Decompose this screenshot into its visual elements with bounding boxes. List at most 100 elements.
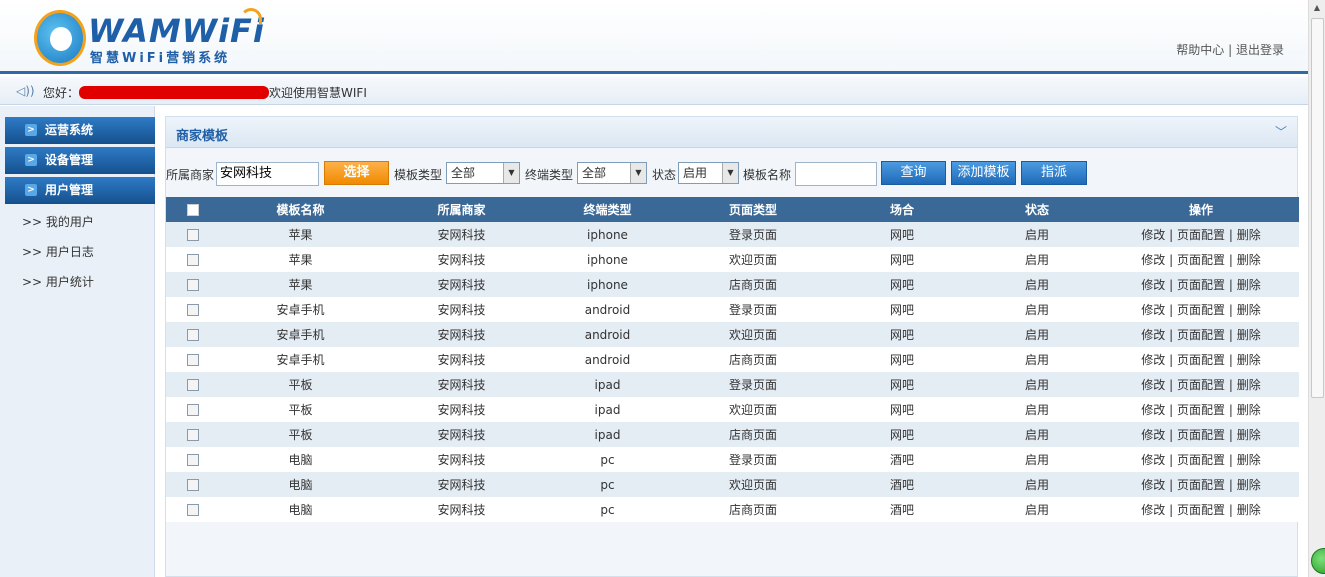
table-row[interactable]: 安卓手机 安网科技 android 店商页面 网吧 启用 修改 | 页面配置 | 删除 — [166, 347, 1299, 372]
page-type-cell: 欢迎页面 — [673, 247, 833, 272]
table-body: 苹果 安网科技 iphone 登录页面 网吧 启用 修改 | 页面配置 | 删除 苹果 安网科技… — [166, 222, 1299, 522]
delete-link[interactable]: 删除 — [1237, 278, 1261, 292]
row-checkbox[interactable] — [187, 454, 199, 466]
table-row[interactable]: 平板 安网科技 ipad 登录页面 网吧 启用 修改 | 页面配置 | 删除 — [166, 372, 1299, 397]
help-center-link[interactable]: 帮助中心 — [1176, 43, 1224, 57]
page-config-link[interactable]: 页面配置 — [1177, 353, 1225, 367]
row-checkbox[interactable] — [187, 379, 199, 391]
row-checkbox[interactable] — [187, 429, 199, 441]
delete-link[interactable]: 删除 — [1237, 478, 1261, 492]
template-name-cell: 苹果 — [220, 247, 381, 272]
terminal-type-select[interactable]: 全部 ▼ — [577, 162, 647, 184]
page-type-cell: 登录页面 — [673, 447, 833, 472]
row-select-cell — [166, 322, 220, 347]
table-row[interactable]: 苹果 安网科技 iphone 欢迎页面 网吧 启用 修改 | 页面配置 | 删除 — [166, 247, 1299, 272]
row-checkbox[interactable] — [187, 504, 199, 516]
page-config-link[interactable]: 页面配置 — [1177, 503, 1225, 517]
edit-link[interactable]: 修改 — [1141, 428, 1165, 442]
sidebar-group-devices[interactable]: > 设备管理 — [5, 147, 155, 174]
template-type-select[interactable]: 全部 ▼ — [446, 162, 520, 184]
table-row[interactable]: 苹果 安网科技 iphone 登录页面 网吧 启用 修改 | 页面配置 | 删除 — [166, 222, 1299, 247]
status-cell: 启用 — [971, 322, 1103, 347]
table-row[interactable]: 平板 安网科技 ipad 欢迎页面 网吧 启用 修改 | 页面配置 | 删除 — [166, 397, 1299, 422]
page-config-link[interactable]: 页面配置 — [1177, 303, 1225, 317]
table-row[interactable]: 电脑 安网科技 pc 欢迎页面 酒吧 启用 修改 | 页面配置 | 删除 — [166, 472, 1299, 497]
row-checkbox[interactable] — [187, 304, 199, 316]
column-header: 所属商家 — [381, 197, 542, 222]
query-button[interactable]: 查询 — [881, 161, 946, 185]
edit-link[interactable]: 修改 — [1141, 353, 1165, 367]
row-checkbox[interactable] — [187, 329, 199, 341]
row-checkbox[interactable] — [187, 279, 199, 291]
page-config-link[interactable]: 页面配置 — [1177, 278, 1225, 292]
delete-link[interactable]: 删除 — [1237, 453, 1261, 467]
status-cell: 启用 — [971, 297, 1103, 322]
delete-link[interactable]: 删除 — [1237, 228, 1261, 242]
venue-cell: 网吧 — [833, 347, 971, 372]
sidebar-item-user-logs[interactable]: >> 用户日志 — [22, 243, 94, 260]
page-config-link[interactable]: 页面配置 — [1177, 428, 1225, 442]
table-row[interactable]: 电脑 安网科技 pc 登录页面 酒吧 启用 修改 | 页面配置 | 删除 — [166, 447, 1299, 472]
delete-link[interactable]: 删除 — [1237, 303, 1261, 317]
edit-link[interactable]: 修改 — [1141, 228, 1165, 242]
page-config-link[interactable]: 页面配置 — [1177, 328, 1225, 342]
edit-link[interactable]: 修改 — [1141, 403, 1165, 417]
page-config-link[interactable]: 页面配置 — [1177, 403, 1225, 417]
table-row[interactable]: 苹果 安网科技 iphone 店商页面 网吧 启用 修改 | 页面配置 | 删除 — [166, 272, 1299, 297]
delete-link[interactable]: 删除 — [1237, 403, 1261, 417]
edit-link[interactable]: 修改 — [1141, 478, 1165, 492]
row-checkbox[interactable] — [187, 254, 199, 266]
edit-link[interactable]: 修改 — [1141, 278, 1165, 292]
delete-link[interactable]: 删除 — [1237, 378, 1261, 392]
assign-button[interactable]: 指派 — [1021, 161, 1087, 185]
scrollbar-thumb[interactable] — [1311, 18, 1324, 398]
page-config-link[interactable]: 页面配置 — [1177, 228, 1225, 242]
delete-link[interactable]: 删除 — [1237, 353, 1261, 367]
select-all-checkbox[interactable] — [187, 204, 199, 216]
row-checkbox[interactable] — [187, 479, 199, 491]
row-checkbox[interactable] — [187, 404, 199, 416]
wamwifi-logo[interactable]: WAMWiFi 智慧WiFi营销系统 — [30, 4, 270, 70]
page-config-link[interactable]: 页面配置 — [1177, 378, 1225, 392]
status-cell: 启用 — [971, 422, 1103, 447]
vertical-scrollbar[interactable]: ▲ — [1308, 0, 1325, 577]
edit-link[interactable]: 修改 — [1141, 303, 1165, 317]
logout-link[interactable]: 退出登录 — [1236, 43, 1284, 57]
op-separator: | — [1228, 378, 1233, 392]
chevron-down-icon[interactable]: ﹀ — [1275, 123, 1287, 140]
sidebar-group-users[interactable]: > 用户管理 — [5, 177, 155, 204]
edit-link[interactable]: 修改 — [1141, 328, 1165, 342]
dropdown-arrow-icon: ▼ — [503, 163, 519, 183]
table-row[interactable]: 电脑 安网科技 pc 店商页面 酒吧 启用 修改 | 页面配置 | 删除 — [166, 497, 1299, 522]
row-checkbox[interactable] — [187, 229, 199, 241]
link-separator: | — [1228, 43, 1233, 57]
sidebar-item-user-stats[interactable]: >> 用户统计 — [22, 273, 94, 290]
edit-link[interactable]: 修改 — [1141, 453, 1165, 467]
page-config-link[interactable]: 页面配置 — [1177, 453, 1225, 467]
edit-link[interactable]: 修改 — [1141, 503, 1165, 517]
sidebar-group-operations[interactable]: > 运营系统 — [5, 117, 155, 144]
table-row[interactable]: 安卓手机 安网科技 android 登录页面 网吧 启用 修改 | 页面配置 | 删除 — [166, 297, 1299, 322]
logo-emblem-icon — [34, 10, 86, 66]
operations-cell: 修改 | 页面配置 | 删除 — [1103, 272, 1299, 297]
table-row[interactable]: 平板 安网科技 ipad 店商页面 网吧 启用 修改 | 页面配置 | 删除 — [166, 422, 1299, 447]
sidebar-item-my-users[interactable]: >> 我的用户 — [22, 213, 94, 230]
delete-link[interactable]: 删除 — [1237, 253, 1261, 267]
scroll-up-arrow-icon[interactable]: ▲ — [1311, 2, 1323, 14]
edit-link[interactable]: 修改 — [1141, 378, 1165, 392]
table-row[interactable]: 安卓手机 安网科技 android 欢迎页面 网吧 启用 修改 | 页面配置 | 删除 — [166, 322, 1299, 347]
select-merchant-button[interactable]: 选择 — [324, 161, 389, 185]
edit-link[interactable]: 修改 — [1141, 253, 1165, 267]
template-name-input[interactable] — [795, 162, 877, 186]
merchant-input[interactable]: 安网科技 — [216, 162, 319, 186]
page-config-link[interactable]: 页面配置 — [1177, 253, 1225, 267]
delete-link[interactable]: 删除 — [1237, 328, 1261, 342]
row-checkbox[interactable] — [187, 354, 199, 366]
delete-link[interactable]: 删除 — [1237, 428, 1261, 442]
status-select[interactable]: 启用 ▼ — [678, 162, 739, 184]
page-config-link[interactable]: 页面配置 — [1177, 478, 1225, 492]
operations-cell: 修改 | 页面配置 | 删除 — [1103, 422, 1299, 447]
venue-cell: 网吧 — [833, 397, 971, 422]
add-template-button[interactable]: 添加模板 — [951, 161, 1016, 185]
delete-link[interactable]: 删除 — [1237, 503, 1261, 517]
